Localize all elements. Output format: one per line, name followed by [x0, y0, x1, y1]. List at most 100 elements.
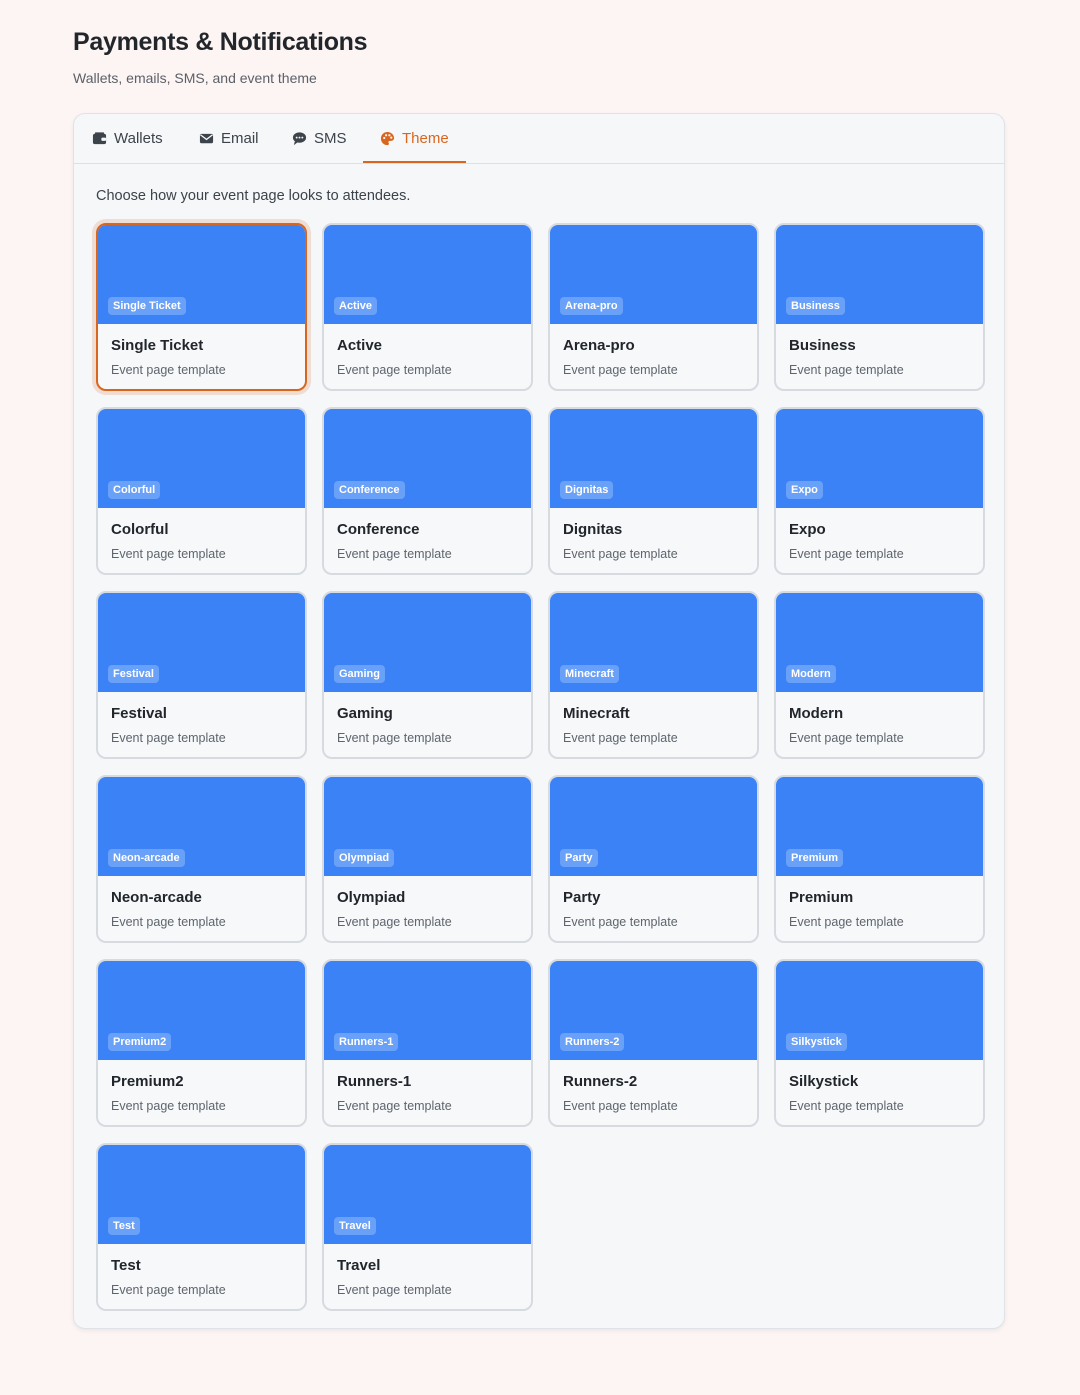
template-tag: Runners-1	[334, 1033, 399, 1051]
template-subtitle: Event page template	[337, 363, 452, 377]
template-tag: Active	[334, 297, 378, 315]
template-name: Runners-1	[337, 1073, 412, 1090]
template-thumbnail: Expo	[776, 409, 983, 508]
page-title: Payments & Notifications	[73, 28, 368, 56]
template-thumbnail: Premium	[776, 777, 983, 876]
template-card[interactable]: Silkystick Silkystick Event page template	[774, 959, 985, 1127]
template-card[interactable]: Colorful Colorful Event page template	[96, 407, 307, 575]
template-card[interactable]: Dignitas Dignitas Event page template	[548, 407, 759, 575]
template-card[interactable]: Business Business Event page template	[774, 223, 985, 391]
template-tag: Dignitas	[560, 481, 614, 499]
template-thumbnail: Gaming	[324, 593, 531, 692]
template-name: Minecraft	[563, 705, 630, 722]
template-tag: Premium	[786, 849, 844, 867]
template-thumbnail: Single Ticket	[98, 225, 305, 324]
template-name: Olympiad	[337, 889, 406, 906]
template-card[interactable]: Premium2 Premium2 Event page template	[96, 959, 307, 1127]
template-tag: Olympiad	[334, 849, 395, 867]
template-subtitle: Event page template	[337, 731, 452, 745]
wallet-icon	[92, 131, 107, 146]
template-subtitle: Event page template	[789, 731, 904, 745]
tab-bar: Wallets Email SMS Theme	[74, 114, 1004, 164]
template-tag: Business	[786, 297, 845, 315]
template-card[interactable]: Olympiad Olympiad Event page template	[322, 775, 533, 943]
template-thumbnail: Colorful	[98, 409, 305, 508]
theme-intro: Choose how your event page looks to atte…	[96, 188, 411, 204]
page-subtitle: Wallets, emails, SMS, and event theme	[73, 70, 317, 86]
template-subtitle: Event page template	[789, 1099, 904, 1113]
template-subtitle: Event page template	[111, 1099, 226, 1113]
tab-wallets[interactable]: Wallets	[92, 114, 163, 162]
template-name: Colorful	[111, 521, 169, 538]
template-card[interactable]: Minecraft Minecraft Event page template	[548, 591, 759, 759]
template-card[interactable]: Single Ticket Single Ticket Event page tem…	[96, 223, 307, 391]
template-thumbnail: Premium2	[98, 961, 305, 1060]
template-card[interactable]: Runners-2 Runners-2 Event page template	[548, 959, 759, 1127]
template-tag: Festival	[108, 665, 159, 683]
template-name: Arena-pro	[563, 337, 635, 354]
template-thumbnail: Test	[98, 1145, 305, 1244]
template-thumbnail: Festival	[98, 593, 305, 692]
template-card[interactable]: Party Party Event page template	[548, 775, 759, 943]
template-thumbnail: Runners-2	[550, 961, 757, 1060]
template-name: Silkystick	[789, 1073, 859, 1090]
template-card[interactable]: Test Test Event page template	[96, 1143, 307, 1311]
template-card[interactable]: Modern Modern Event page template	[774, 591, 985, 759]
template-card[interactable]: Arena-pro Arena-pro Event page template	[548, 223, 759, 391]
template-name: Expo	[789, 521, 826, 538]
template-subtitle: Event page template	[337, 547, 452, 561]
template-name: Business	[789, 337, 856, 354]
template-subtitle: Event page template	[789, 915, 904, 929]
template-card[interactable]: Conference Conference Event page template	[322, 407, 533, 575]
template-name: Festival	[111, 705, 167, 722]
template-thumbnail: Travel	[324, 1145, 531, 1244]
template-name: Party	[563, 889, 601, 906]
template-subtitle: Event page template	[337, 1283, 452, 1297]
template-thumbnail: Modern	[776, 593, 983, 692]
template-subtitle: Event page template	[111, 1283, 226, 1297]
tab-theme[interactable]: Theme	[363, 114, 466, 163]
template-thumbnail: Olympiad	[324, 777, 531, 876]
template-tag: Colorful	[108, 481, 161, 499]
template-subtitle: Event page template	[111, 547, 226, 561]
tab-sms[interactable]: SMS	[292, 114, 347, 162]
template-subtitle: Event page template	[789, 547, 904, 561]
template-tag: Travel	[334, 1217, 376, 1235]
template-card[interactable]: Gaming Gaming Event page template	[322, 591, 533, 759]
template-tag: Arena-pro	[560, 297, 623, 315]
template-grid: Single Ticket Single Ticket Event page tem…	[96, 223, 985, 1311]
template-tag: Expo	[786, 481, 823, 499]
template-tag: Party	[560, 849, 598, 867]
template-subtitle: Event page template	[563, 915, 678, 929]
template-name: Runners-2	[563, 1073, 638, 1090]
sms-icon	[292, 131, 307, 146]
template-subtitle: Event page template	[111, 363, 226, 377]
template-name: Premium	[789, 889, 854, 906]
template-tag: Modern	[786, 665, 836, 683]
template-subtitle: Event page template	[563, 363, 678, 377]
template-name: Modern	[789, 705, 844, 722]
template-card[interactable]: Travel Travel Event page template	[322, 1143, 533, 1311]
template-tag: Single Ticket	[108, 297, 186, 315]
template-tag: Premium2	[108, 1033, 172, 1051]
template-name: Test	[111, 1257, 141, 1274]
template-card[interactable]: Active Active Event page template	[322, 223, 533, 391]
template-card[interactable]: Expo Expo Event page template	[774, 407, 985, 575]
template-subtitle: Event page template	[563, 731, 678, 745]
tab-email[interactable]: Email	[199, 114, 259, 162]
template-card[interactable]: Neon-arcade Neon-arcade Event page templat…	[96, 775, 307, 943]
template-thumbnail: Business	[776, 225, 983, 324]
template-tag: Test	[108, 1217, 140, 1235]
template-subtitle: Event page template	[563, 1099, 678, 1113]
template-subtitle: Event page template	[337, 1099, 452, 1113]
template-card[interactable]: Premium Premium Event page template	[774, 775, 985, 943]
template-name: Gaming	[337, 705, 393, 722]
template-card[interactable]: Runners-1 Runners-1 Event page template	[322, 959, 533, 1127]
template-thumbnail: Active	[324, 225, 531, 324]
template-thumbnail: Conference	[324, 409, 531, 508]
template-name: Neon-arcade	[111, 889, 202, 906]
template-tag: Gaming	[334, 665, 385, 683]
template-tag: Minecraft	[560, 665, 619, 683]
template-card[interactable]: Festival Festival Event page template	[96, 591, 307, 759]
template-thumbnail: Neon-arcade	[98, 777, 305, 876]
